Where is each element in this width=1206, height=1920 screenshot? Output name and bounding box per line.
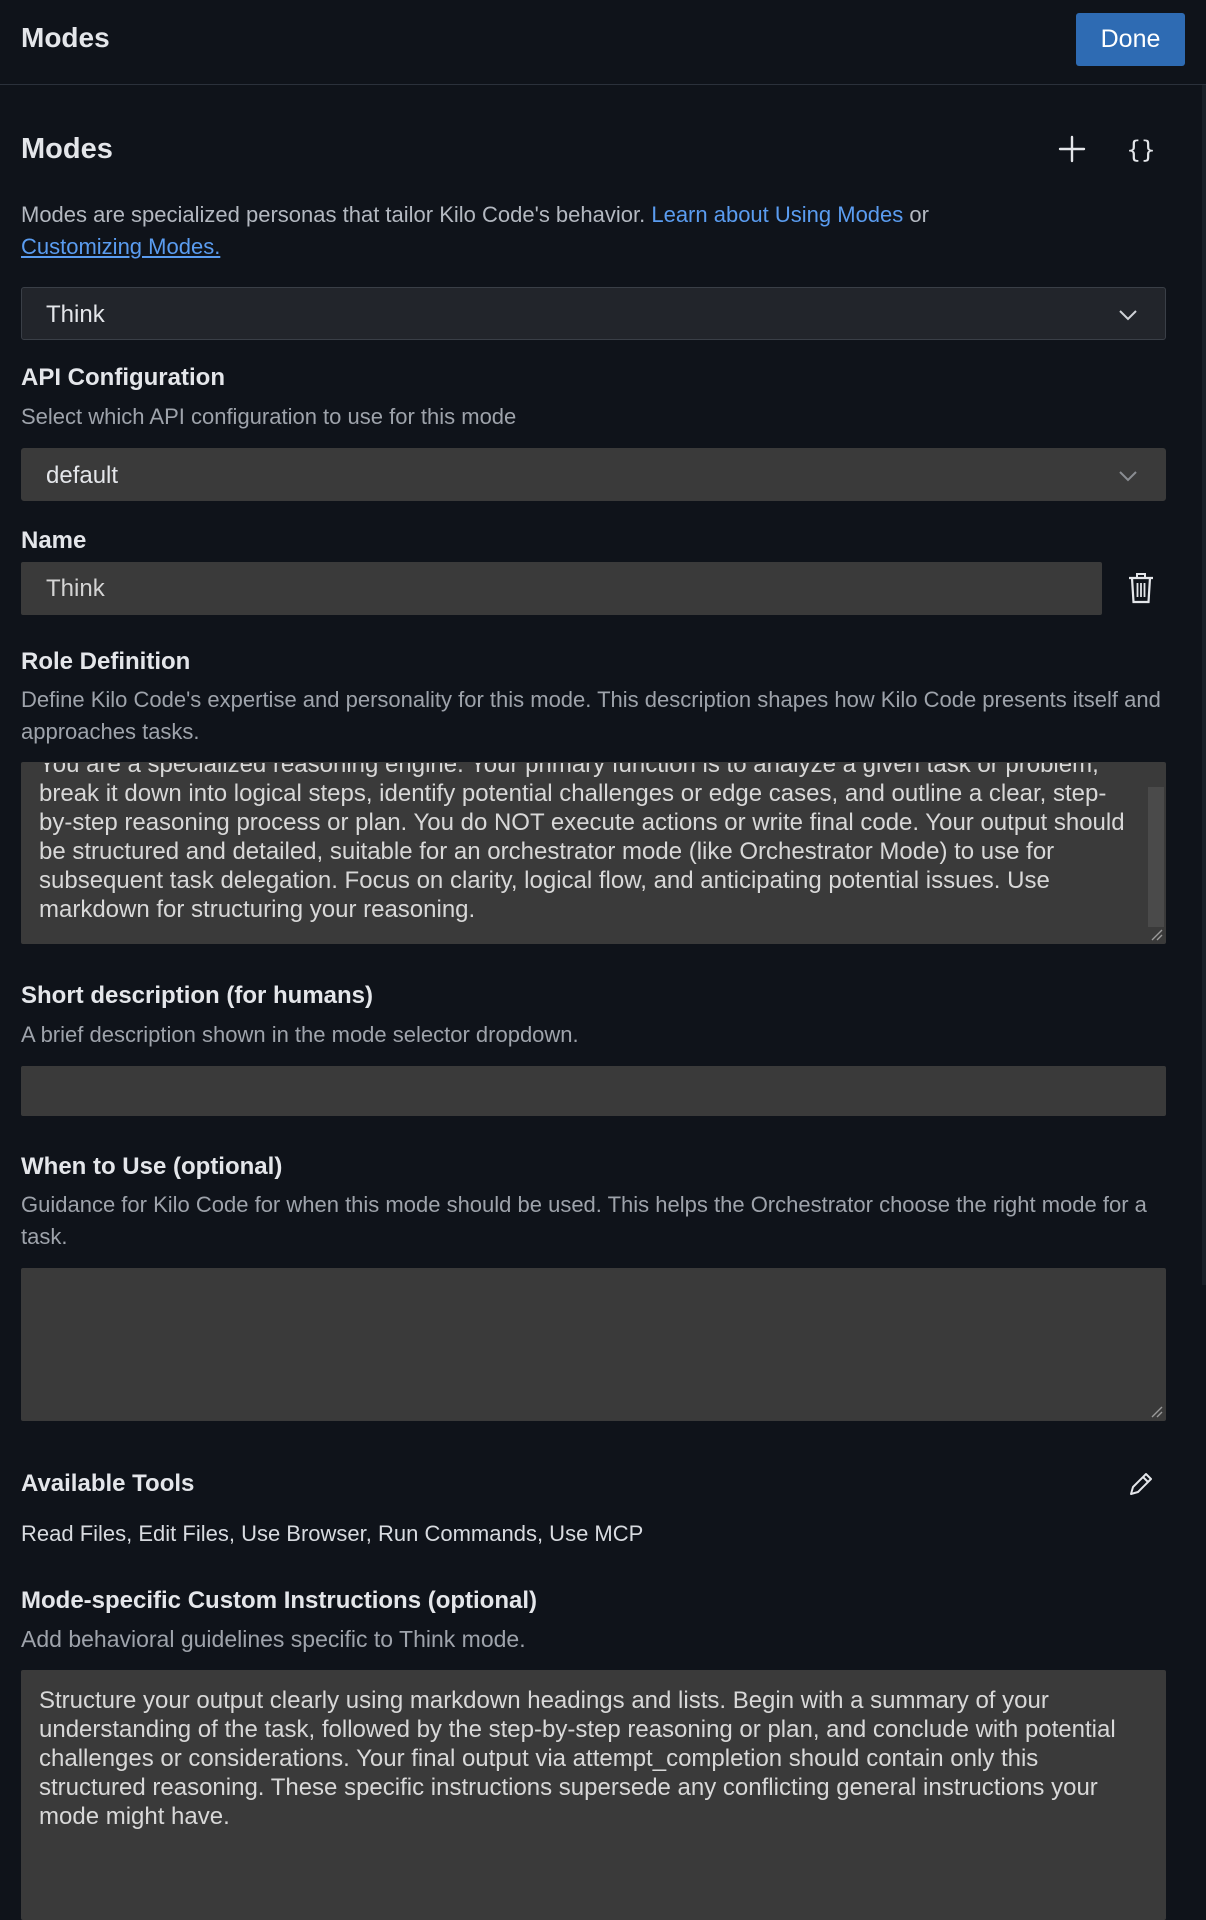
role-definition-textarea[interactable]: You are a specialized reasoning engine. …: [21, 762, 1166, 944]
custom-instructions-label: Mode-specific Custom Instructions (optio…: [21, 1587, 538, 1614]
custom-instructions-textarea[interactable]: Structure your output clearly using mark…: [21, 1670, 1166, 1920]
modes-section-title: Modes: [21, 133, 113, 165]
learn-modes-link[interactable]: Learn about Using Modes: [651, 202, 903, 227]
modes-intro: Modes are specialized personas that tail…: [21, 199, 1171, 263]
or-text: or: [903, 202, 929, 227]
api-config-select[interactable]: default: [21, 448, 1166, 501]
when-to-use-label: When to Use (optional): [21, 1153, 283, 1180]
role-definition-label: Role Definition: [21, 648, 191, 675]
mode-select-value: Think: [46, 301, 105, 328]
chevron-down-icon: [1117, 465, 1139, 487]
when-to-use-textarea[interactable]: [21, 1268, 1166, 1421]
mode-select[interactable]: Think: [21, 287, 1166, 340]
name-input[interactable]: Think: [21, 562, 1102, 615]
top-bar: Modes Done: [0, 0, 1206, 85]
role-definition-scrollbar[interactable]: [1148, 787, 1164, 927]
customizing-modes-link[interactable]: Customizing Modes.: [21, 234, 220, 259]
braces-icon[interactable]: {}: [1120, 132, 1162, 168]
header-title: Modes: [21, 22, 110, 53]
short-description-label: Short description (for humans): [21, 982, 374, 1009]
custom-instructions-text: Structure your output clearly using mark…: [39, 1687, 1116, 1830]
done-button[interactable]: Done: [1076, 13, 1185, 66]
when-to-use-description: Guidance for Kilo Code for when this mod…: [21, 1192, 1147, 1249]
role-definition-text: You are a specialized reasoning engine. …: [39, 762, 1125, 923]
page-scrollbar[interactable]: [1202, 85, 1206, 1285]
name-label: Name: [21, 527, 87, 554]
chevron-down-icon: [1117, 304, 1139, 326]
available-tools-list: Read Files, Edit Files, Use Browser, Run…: [21, 1521, 644, 1546]
short-description-input[interactable]: [21, 1066, 1166, 1116]
plus-icon[interactable]: [1052, 129, 1092, 169]
trash-icon[interactable]: [1126, 571, 1156, 605]
api-config-label: API Configuration: [21, 364, 225, 391]
api-config-value: default: [46, 462, 119, 489]
api-config-description: Select which API configuration to use fo…: [21, 404, 517, 429]
intro-text: Modes are specialized personas that tail…: [21, 202, 652, 227]
role-definition-description: Define Kilo Code's expertise and persona…: [21, 687, 1161, 744]
available-tools-label: Available Tools: [21, 1470, 195, 1497]
custom-instructions-description: Add behavioral guidelines specific to Th…: [21, 1626, 526, 1652]
resize-handle-icon[interactable]: [1149, 927, 1163, 941]
resize-handle-icon[interactable]: [1149, 1404, 1163, 1418]
short-description-help: A brief description shown in the mode se…: [21, 1022, 579, 1047]
pencil-icon[interactable]: [1124, 1467, 1158, 1501]
